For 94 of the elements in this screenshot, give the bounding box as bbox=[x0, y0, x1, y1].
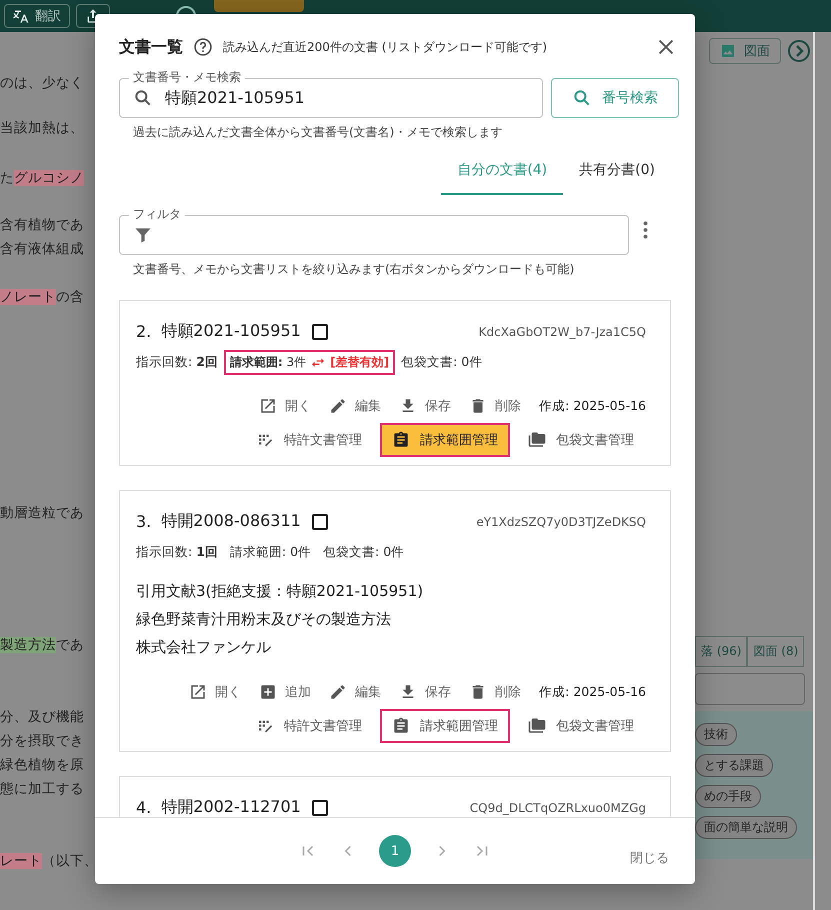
open-button[interactable]: 開く bbox=[259, 397, 312, 415]
help-icon bbox=[193, 37, 213, 57]
add-button[interactable]: 追加 bbox=[259, 683, 312, 701]
checkbox[interactable] bbox=[310, 798, 329, 816]
edit-button[interactable]: 編集 bbox=[329, 397, 382, 415]
search-helper-text: 過去に読み込んだ文書全体から文書番号(文書名)・メモで検索します bbox=[132, 124, 504, 141]
search-input[interactable]: 特願2021-105951 bbox=[163, 88, 467, 108]
highlighted-text: 製造方法 bbox=[0, 637, 56, 653]
edit-button[interactable]: 編集 bbox=[329, 683, 382, 701]
wrapper-manage-button[interactable]: 包袋文書管理 bbox=[516, 709, 646, 743]
document-text: （以下、 bbox=[42, 853, 95, 869]
panel-input-field[interactable] bbox=[695, 673, 805, 705]
claims-manage-button[interactable]: 請求範囲管理 bbox=[380, 709, 510, 743]
dialog-title: 文書一覧 bbox=[119, 36, 183, 58]
search-icon bbox=[133, 88, 153, 108]
document-id: KdcXaGbOT2W_b7-Jza1C5Q bbox=[478, 324, 646, 338]
patent-manage-button[interactable]: 特許文書管理 bbox=[244, 709, 374, 743]
created-date: 作成: 2025-05-16 bbox=[539, 684, 646, 700]
more-button[interactable] bbox=[643, 221, 648, 239]
created-date: 作成: 2025-05-16 bbox=[539, 398, 646, 414]
filter-helper-text: 文書番号、メモから文書リストを絞り込みます(右ボタンからダウンロードも可能) bbox=[132, 261, 576, 278]
image-icon bbox=[720, 43, 736, 59]
pencil-icon bbox=[329, 683, 348, 701]
document-number[interactable]: 特願2021-105951 bbox=[161, 321, 301, 342]
wrapper-manage-button[interactable]: 包袋文書管理 bbox=[516, 423, 646, 457]
clipboard-icon bbox=[392, 431, 410, 449]
instruction-count: 指示回数: 1回 bbox=[136, 544, 218, 561]
plus-icon bbox=[259, 683, 278, 701]
document-text: 動層造粒であ bbox=[0, 505, 84, 521]
highlighted-text: レート bbox=[0, 853, 42, 869]
next-circle-icon bbox=[787, 39, 811, 63]
search-field[interactable]: 文書番号・メモ検索 特願2021-105951 bbox=[119, 69, 543, 118]
document-text: 態に加工する bbox=[0, 781, 84, 797]
claims-count: 請求範囲: 3件 bbox=[230, 354, 306, 371]
claims-count: 請求範囲: 0件 bbox=[230, 544, 312, 561]
wrapper-count: 包袋文書: 0件 bbox=[401, 354, 482, 371]
folders-icon bbox=[528, 431, 546, 449]
save-button[interactable]: 保存 bbox=[399, 683, 452, 701]
kebab-icon bbox=[643, 221, 648, 239]
external-link-icon bbox=[189, 683, 208, 701]
section-chip[interactable]: とする課題 bbox=[695, 754, 773, 777]
claims-manage-button[interactable]: 請求範囲管理 bbox=[380, 423, 510, 457]
delete-button[interactable]: 削除 bbox=[469, 397, 522, 415]
document-index: 3. bbox=[136, 512, 152, 531]
open-button[interactable]: 開く bbox=[189, 683, 242, 701]
filter-field[interactable]: フィルタ bbox=[119, 206, 629, 255]
highlighted-text: グルコシノ bbox=[14, 170, 84, 186]
memo-line: 株式会社ファンケル bbox=[136, 637, 272, 658]
panel-tab[interactable]: 落 (96) bbox=[695, 636, 748, 667]
number-search-button[interactable]: 番号検索 bbox=[551, 78, 679, 118]
document-text: 当該加熱は、 bbox=[0, 120, 84, 136]
tab[interactable]: 共有分書(0) bbox=[563, 147, 671, 195]
memo-line: 引用文献3(拒絶支援：特願2021-105951) bbox=[136, 581, 424, 602]
instruction-count: 指示回数: 2回 bbox=[136, 354, 218, 371]
document-text: 分、及び機能 bbox=[0, 709, 84, 725]
search-icon bbox=[572, 88, 592, 108]
memo-line: 緑色野菜青汁用粉末及びその製造方法 bbox=[136, 609, 392, 630]
translate-button[interactable]: 翻訳 bbox=[4, 4, 70, 28]
figures-button[interactable]: 図面 bbox=[709, 38, 781, 64]
tab[interactable]: 自分の文書(4) bbox=[441, 147, 564, 195]
patent-manage-button[interactable]: 特許文書管理 bbox=[244, 423, 374, 457]
section-chip[interactable]: めの手段 bbox=[695, 785, 761, 808]
section-chip[interactable]: 技術 bbox=[695, 723, 737, 746]
translate-icon bbox=[13, 8, 29, 24]
document-text: の含 bbox=[56, 289, 84, 305]
document-id: CQ9d_DLCTqOZRLxuo0MZGg bbox=[470, 800, 646, 814]
checkbox[interactable] bbox=[310, 322, 329, 340]
dialog-subtitle: 読み込んだ直近200件の文書 (リストダウンロード可能です) bbox=[223, 38, 548, 56]
document-text: のは、少なく bbox=[0, 75, 84, 91]
document-id: eY1XdzSZQ7y0D3TJZeDKSQ bbox=[476, 514, 646, 528]
wrapper-count: 包袋文書: 0件 bbox=[323, 544, 404, 561]
page-button[interactable]: 1 bbox=[379, 835, 411, 867]
delete-button[interactable]: 削除 bbox=[469, 683, 522, 701]
document-text: 含有液体組成 bbox=[0, 241, 84, 257]
document-text: 緑色植物を原 bbox=[0, 757, 84, 773]
section-chip[interactable]: 面の簡単な説明 bbox=[695, 816, 797, 839]
close-text-button[interactable]: 閉じる bbox=[624, 848, 675, 868]
document-number[interactable]: 特開2002-112701 bbox=[161, 797, 301, 817]
document-text: 含有植物であ bbox=[0, 217, 84, 233]
document-index: 4. bbox=[136, 798, 152, 817]
save-button[interactable]: 保存 bbox=[399, 397, 452, 415]
replaced-label: [差替有効] bbox=[330, 354, 390, 371]
clipboard-icon bbox=[392, 717, 410, 735]
folders-icon bbox=[528, 717, 546, 735]
external-link-icon bbox=[259, 397, 278, 415]
document-index: 2. bbox=[136, 322, 152, 341]
highlighted-text: ノレート bbox=[0, 289, 56, 305]
pencil-icon bbox=[329, 397, 348, 415]
panel-tab[interactable]: 図面 (8) bbox=[747, 636, 804, 667]
document-number[interactable]: 特開2008-086311 bbox=[161, 511, 301, 532]
document-text: た bbox=[0, 170, 14, 186]
checkbox[interactable] bbox=[310, 512, 329, 530]
document-text: であ bbox=[56, 637, 84, 653]
document-text: 分を摂取でき bbox=[0, 733, 84, 749]
